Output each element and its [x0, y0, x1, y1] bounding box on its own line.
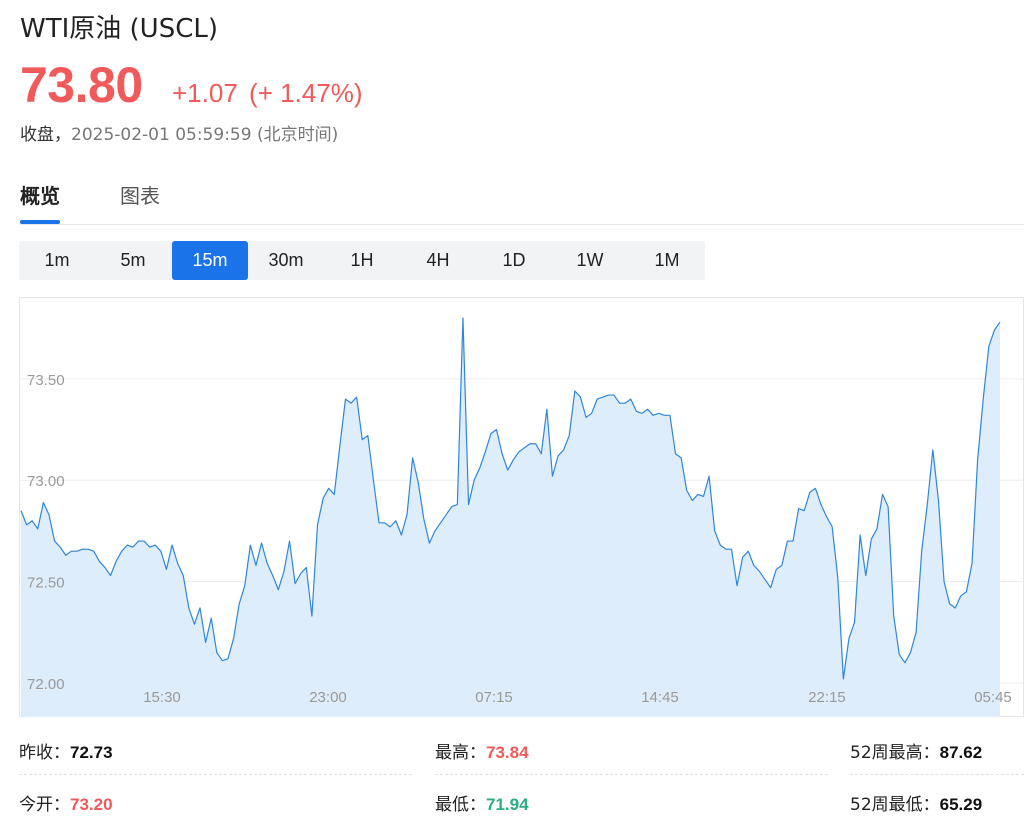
stat-high: 最高：73.84 [435, 738, 529, 763]
divider [850, 774, 1024, 775]
tab-chart[interactable]: 图表 [120, 180, 160, 209]
high-value: 73.84 [486, 743, 529, 762]
interval-5m[interactable]: 5m [95, 241, 171, 280]
interval-1m[interactable]: 1m [19, 241, 95, 280]
interval-selector: 1m 5m 15m 30m 1H 4H 1D 1W 1M [19, 241, 705, 280]
tab-overview[interactable]: 概览 [20, 180, 60, 224]
change-percent: (+ 1.47%) [249, 78, 363, 108]
y-tick-label: 73.50 [27, 372, 65, 389]
stats-panel: 昨收：72.73 最高：73.84 52周最高：87.62 今开：73.20 最… [19, 730, 1024, 823]
low-value: 71.94 [486, 795, 529, 814]
timestamp: 2025-02-01 05:59:59 (北京时间) [71, 125, 339, 145]
stat-label: 最低： [435, 795, 486, 815]
change-value: +1.07 [172, 78, 238, 108]
divider [19, 774, 412, 775]
price-change: +1.07 (+ 1.47%) [172, 78, 362, 109]
current-price: 73.80 [20, 57, 143, 113]
stat-label: 昨收： [19, 743, 70, 763]
x-tick-label: 22:15 [808, 689, 846, 706]
week52-low-value: 65.29 [939, 795, 983, 814]
interval-30m[interactable]: 30m [248, 241, 324, 280]
interval-1h[interactable]: 1H [324, 241, 400, 280]
stat-label: 52周最低： [850, 795, 940, 815]
x-tick-label: 05:45 [974, 689, 1012, 706]
interval-1w[interactable]: 1W [552, 241, 628, 280]
tab-bar: 概览 图表 [20, 178, 1024, 225]
y-tick-label: 73.00 [27, 473, 65, 490]
interval-15m[interactable]: 15m [172, 241, 248, 280]
stat-open: 今开：73.20 [19, 790, 113, 815]
x-tick-label: 23:00 [309, 689, 347, 706]
price-chart[interactable]: 72.00 72.50 73.00 73.50 15:30 23:00 07:15 14:45… [19, 297, 1024, 717]
x-tick-label: 07:15 [475, 689, 513, 706]
y-tick-label: 72.50 [27, 575, 65, 592]
stat-52w-low: 52周最低：65.29 [850, 790, 982, 815]
week52-high-value: 87.62 [939, 743, 983, 762]
interval-1d[interactable]: 1D [476, 241, 552, 280]
open-value: 73.20 [70, 795, 113, 814]
interval-1mo[interactable]: 1M [629, 241, 705, 280]
x-tick-label: 15:30 [143, 689, 181, 706]
market-status: 收盘，2025-02-01 05:59:59 (北京时间) [20, 120, 338, 145]
price-chart-svg: 72.00 72.50 73.00 73.50 15:30 23:00 07:15 14:45… [19, 297, 1024, 717]
stat-label: 52周最高： [850, 743, 940, 763]
stat-low: 最低：71.94 [435, 790, 529, 815]
divider [435, 774, 828, 775]
interval-4h[interactable]: 4H [400, 241, 476, 280]
prev-close-value: 72.73 [70, 743, 113, 762]
stat-label: 最高： [435, 743, 486, 763]
stat-prev-close: 昨收：72.73 [19, 738, 113, 763]
y-tick-label: 72.00 [27, 676, 65, 693]
x-tick-label: 14:45 [641, 689, 679, 706]
stat-label: 今开： [19, 795, 70, 815]
stat-52w-high: 52周最高：87.62 [850, 738, 982, 763]
status-label: 收盘， [20, 125, 71, 145]
page-title: WTI原油 (USCL) [20, 14, 218, 44]
